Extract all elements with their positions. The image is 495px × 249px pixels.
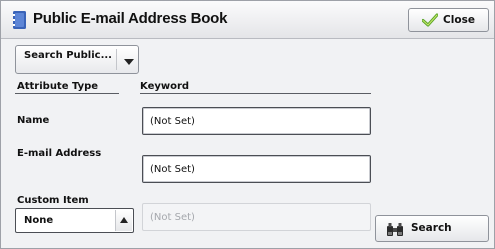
custom-item-value: None <box>24 215 54 226</box>
custom-item-dropdown[interactable]: None <box>15 208 134 233</box>
dropdown-divider <box>116 49 117 70</box>
name-field-value: (Not Set) <box>150 116 195 127</box>
address-book-icon <box>13 11 26 29</box>
keyword-header: Keyword <box>140 81 190 92</box>
attribute-header-underline <box>15 93 119 94</box>
address-book-window: Public E-mail Address Book Close Search … <box>0 0 495 249</box>
title-bar: Public E-mail Address Book Close <box>1 1 494 39</box>
close-button-label: Close <box>443 14 475 26</box>
window-title: Public E-mail Address Book <box>33 10 228 27</box>
custom-item-keyword-field: (Not Set) <box>142 203 371 231</box>
chevron-down-icon <box>124 59 134 65</box>
search-button[interactable]: Search <box>375 215 489 242</box>
close-button[interactable]: Close <box>408 8 489 32</box>
keyword-header-underline <box>140 93 371 94</box>
chevron-up-icon <box>120 217 128 223</box>
attribute-type-header: Attribute Type <box>17 81 99 92</box>
name-label: Name <box>17 115 50 126</box>
email-address-field[interactable]: (Not Set) <box>142 155 371 183</box>
search-source-dropdown[interactable]: Search Public... <box>15 45 139 74</box>
name-field[interactable]: (Not Set) <box>142 107 371 135</box>
checkmark-icon <box>422 13 439 27</box>
custom-item-label: Custom Item <box>17 195 89 206</box>
search-button-label: Search <box>411 222 452 234</box>
custom-item-arrow-button[interactable] <box>115 210 132 231</box>
search-source-value: Search Public... <box>24 50 112 61</box>
email-address-label: E-mail Address <box>17 148 102 159</box>
custom-item-keyword-value: (Not Set) <box>150 212 195 223</box>
binoculars-icon <box>387 223 403 236</box>
email-field-value: (Not Set) <box>150 164 195 175</box>
